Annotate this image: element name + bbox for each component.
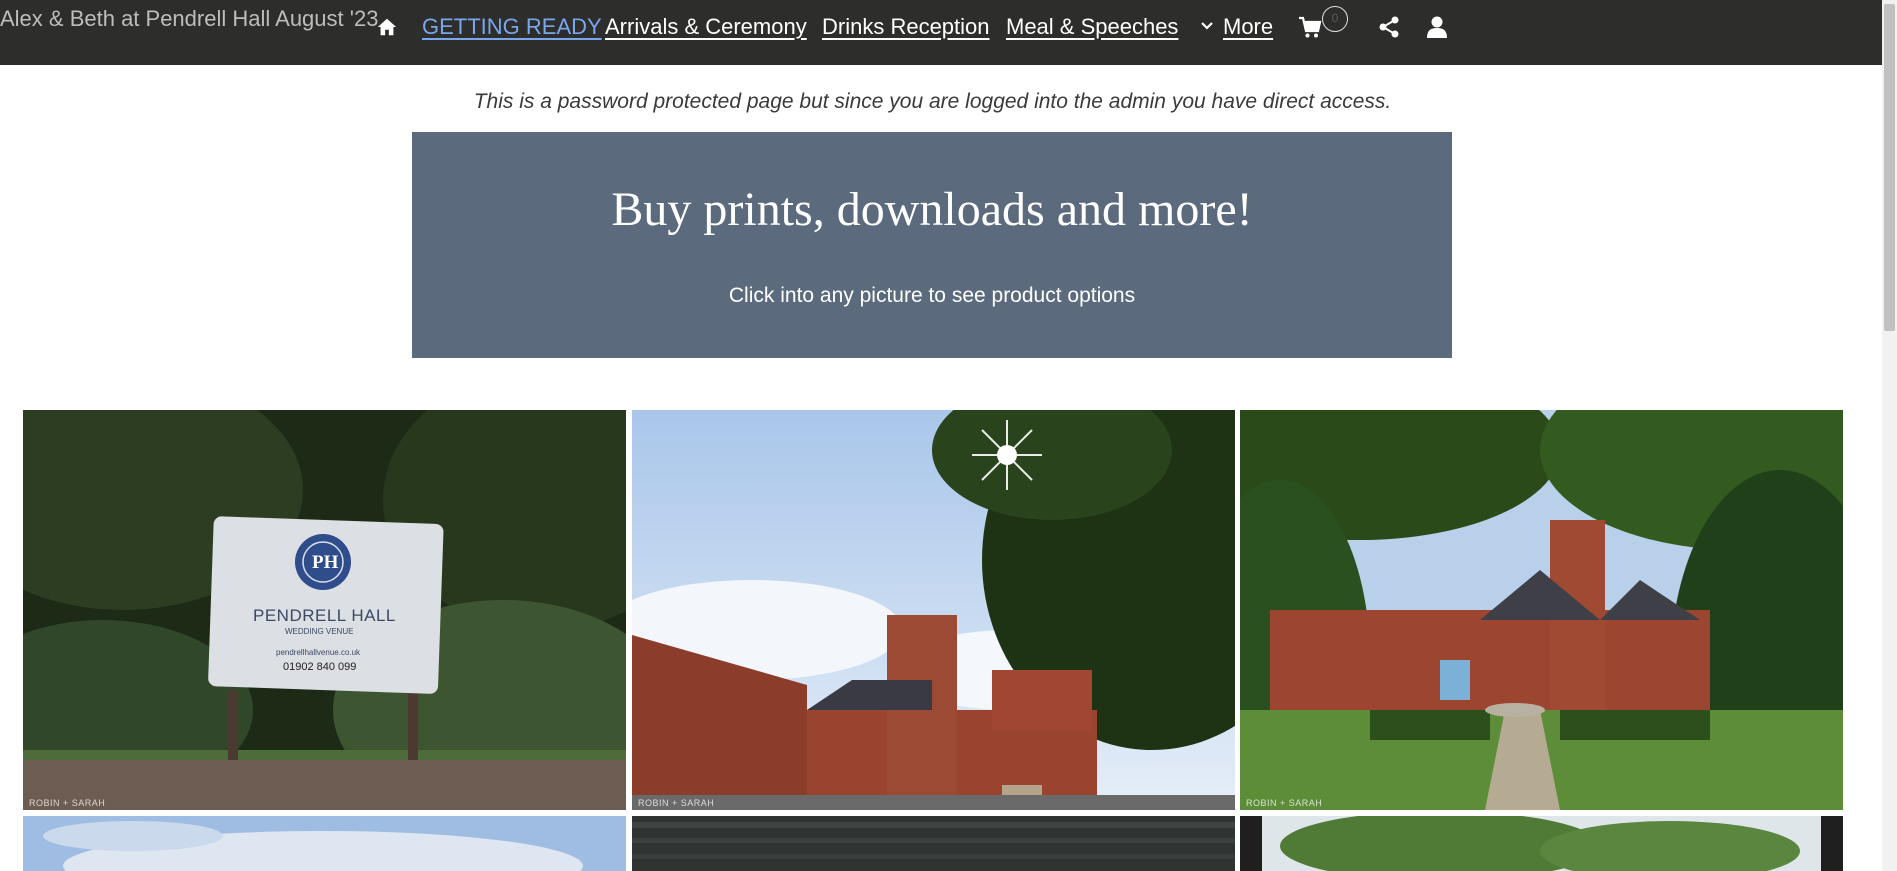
sign-monogram: PH [312, 552, 339, 573]
promo-subtitle: Click into any picture to see product op… [728, 284, 1136, 307]
gallery-photo-hall-sunburst[interactable]: ROBIN + SARAH [632, 410, 1235, 810]
photo-watermark: ROBIN + SARAH [29, 798, 106, 808]
promo-title: Buy prints, downloads and more! [611, 183, 1253, 236]
top-navigation-bar: Alex & Beth at Pendrell Hall August '23 … [0, 0, 1882, 65]
gallery-photo-venue-sign[interactable]: PH PENDRELL HALL WEDDING VENUE pendrellh… [23, 410, 626, 810]
sign-tagline: WEDDING VENUE [285, 627, 354, 636]
gallery-photo-trees[interactable] [1240, 816, 1843, 871]
nav-getting-ready[interactable]: GETTING READY [422, 14, 602, 40]
gallery-photo-sky[interactable] [23, 816, 626, 871]
gallery-photo-pattern[interactable] [632, 816, 1235, 871]
site-title[interactable]: Alex & Beth at Pendrell Hall August '23 [0, 6, 378, 32]
scrollbar-thumb[interactable] [1884, 4, 1895, 331]
password-protected-notice: This is a password protected page but si… [473, 90, 1392, 113]
cart-count-badge: 0 [1322, 6, 1348, 32]
chevron-down-icon[interactable] [1199, 17, 1215, 35]
user-icon[interactable] [1426, 15, 1448, 39]
nav-arrivals-ceremony[interactable]: Arrivals & Ceremony [605, 14, 807, 40]
sign-website: pendrellhallvenue.co.uk [276, 648, 361, 657]
nav-meal-speeches[interactable]: Meal & Speeches [1006, 14, 1178, 40]
cart-icon[interactable] [1297, 14, 1323, 40]
nav-drinks-reception[interactable]: Drinks Reception [822, 14, 990, 40]
gallery-photo-hall-garden[interactable]: ROBIN + SARAH [1240, 410, 1843, 810]
photo-watermark: ROBIN + SARAH [638, 798, 715, 808]
photo-watermark: ROBIN + SARAH [1246, 798, 1323, 808]
sign-phone: 01902 840 099 [283, 661, 357, 673]
nav-more[interactable]: More [1223, 14, 1273, 40]
share-icon[interactable] [1378, 15, 1400, 39]
sign-venue-name: PENDRELL HALL [253, 606, 396, 625]
home-icon[interactable] [376, 16, 398, 38]
promo-banner: Buy prints, downloads and more! Click in… [412, 132, 1452, 358]
